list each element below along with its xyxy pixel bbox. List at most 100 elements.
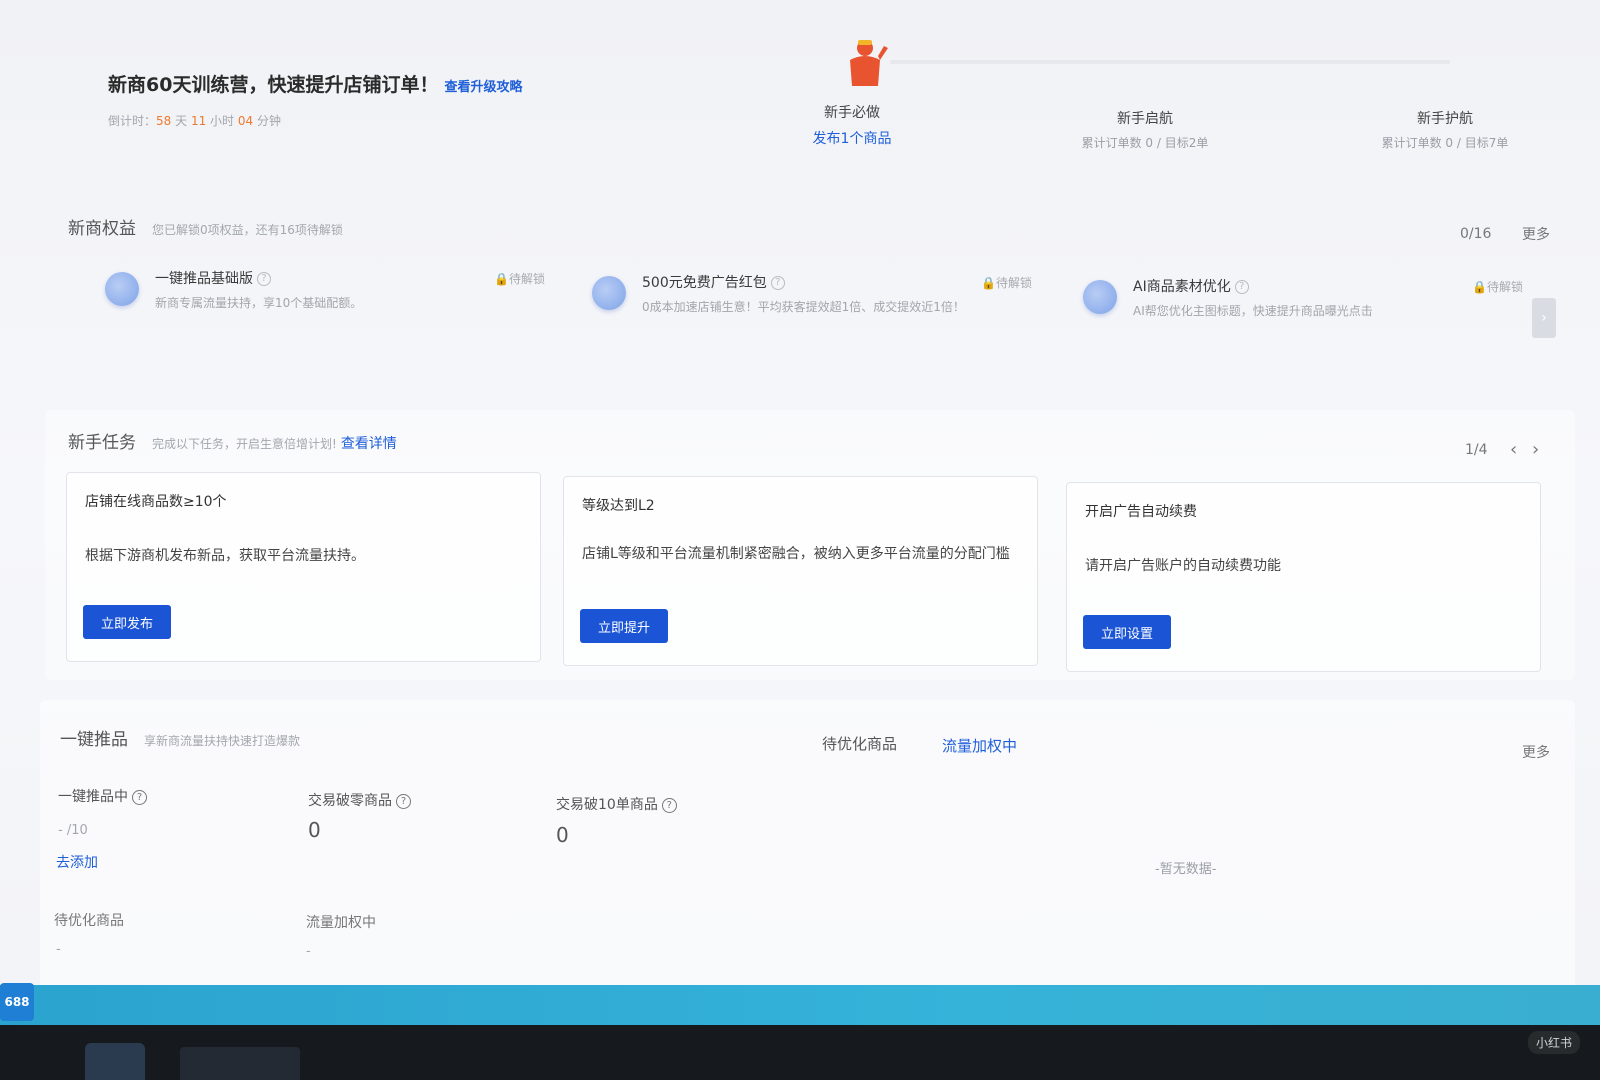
app-logo-icon[interactable]: 688 [0, 983, 34, 1021]
benefits-next-button[interactable]: › [1532, 298, 1556, 338]
countdown-hours: 11 [190, 114, 207, 128]
mascot-icon [850, 40, 888, 86]
benefit-badge-icon [105, 272, 139, 306]
countdown-days: 58 [156, 114, 172, 128]
promo-section-title: 一键推品 享新商流量扶持快速打造爆款 [60, 725, 300, 750]
step-title: 新手护航 [1417, 111, 1473, 127]
tab-pending-optimize[interactable]: 待优化商品 [822, 733, 897, 754]
taskbar: 688 小红书 [0, 983, 1600, 1080]
publish-now-button[interactable]: 立即发布 [83, 605, 172, 639]
help-icon[interactable]: ? [396, 793, 411, 809]
banner-title: 新商60天训练营，快速提升店铺订单！ 查看升级攻略 [108, 70, 522, 97]
task-card: 等级达到L2 店铺L等级和平台流量机制紧密融合，被纳入更多平台流量的分配门槛 立… [563, 476, 1038, 666]
benefit-lock-status: 🔒待解锁 [1472, 278, 1523, 295]
tasks-pager: 1/4 [1465, 442, 1488, 458]
countdown-hours-unit: 小时 [206, 114, 238, 128]
task-title: 开启广告自动续费 [1085, 504, 1197, 520]
benefit-desc: AI帮您优化主图标题，快速提升商品曝光点击 [1133, 304, 1373, 318]
promo-title: 一键推品 [60, 730, 128, 750]
bottom-strip [0, 985, 1600, 1025]
promo-subtitle: 享新商流量扶持快速打造爆款 [144, 734, 301, 748]
task-card: 店铺在线商品数≥10个 根据下游商机发布新品，获取平台流量扶持。 立即发布 [66, 472, 541, 662]
tasks-section-title: 新手任务 完成以下任务，开启生意倍增计划! 查看详情 [68, 428, 397, 453]
task-desc: 店铺L等级和平台流量机制紧密融合，被纳入更多平台流量的分配门槛 [582, 546, 1010, 562]
chevron-right-icon[interactable]: › [1532, 439, 1539, 460]
watermark: 小红书 [1527, 1031, 1580, 1054]
benefit-lock-status: 🔒待解锁 [981, 274, 1032, 291]
benefit-status: 待解锁 [995, 276, 1032, 290]
stat-label-traffic-boost: 流量加权中 [306, 915, 376, 931]
chevron-right-icon: › [1541, 310, 1547, 326]
benefit-item[interactable]: 500元免费广告红包? 0成本加速店铺生意！平均获客提效超1倍、成交提效近1倍！… [592, 272, 1032, 332]
benefits-subtitle: 您已解锁0项权益，还有16项待解锁 [152, 223, 343, 237]
task-desc: 根据下游商机发布新品，获取平台流量扶持。 [85, 548, 365, 564]
help-icon[interactable]: ? [132, 789, 147, 805]
stat-label-ten-deals: 交易破10单商品? [556, 794, 677, 814]
help-icon[interactable]: ? [1234, 280, 1249, 294]
task-desc: 请开启广告账户的自动续费功能 [1085, 558, 1281, 574]
benefit-lock-status: 🔒待解锁 [494, 270, 545, 287]
lock-icon: 🔒 [981, 276, 996, 290]
app-screen: 新商60天训练营，快速提升店铺订单！ 查看升级攻略 倒计时：58 天 11 小时 … [0, 0, 1600, 985]
progress-track [890, 60, 1450, 64]
stat-label-text: 交易破10单商品 [556, 797, 658, 813]
step-newbie-must[interactable]: 新手必做 发布1个商品 [752, 102, 952, 148]
setup-now-button[interactable]: 立即设置 [1083, 615, 1172, 649]
step-title: 新手启航 [1117, 111, 1173, 127]
step-newbie-guard: 新手护航 累计订单数 0 / 目标7单 [1345, 108, 1545, 151]
tasks-detail-link[interactable]: 查看详情 [341, 436, 397, 452]
stat-value-ten-deals: 0 [556, 823, 569, 847]
countdown-minutes: 04 [237, 114, 254, 128]
benefit-title-text: 500元免费广告红包 [642, 275, 767, 291]
step-sub: 累计订单数 0 / 目标2单 [1081, 136, 1209, 150]
taskbar-app-icon[interactable] [180, 1047, 300, 1080]
lock-icon: 🔒 [494, 272, 509, 286]
countdown: 倒计时：58 天 11 小时 04 分钟 [108, 112, 281, 129]
tasks-subtitle: 完成以下任务，开启生意倍增计划! [152, 437, 337, 451]
benefits-title: 新商权益 [68, 219, 136, 239]
stat-value-first-deal: 0 [308, 818, 321, 842]
task-title: 店铺在线商品数≥10个 [85, 494, 227, 510]
upgrade-now-button[interactable]: 立即提升 [580, 609, 669, 643]
benefit-status: 待解锁 [1486, 280, 1523, 294]
stat-label-text: 交易破零商品 [308, 793, 392, 809]
stat-label-text: 一键推品中 [58, 789, 128, 805]
benefit-title-text: 一键推品基础版 [155, 271, 253, 287]
benefit-status: 待解锁 [508, 272, 545, 286]
add-link[interactable]: 去添加 [56, 852, 98, 872]
countdown-minutes-unit: 分钟 [253, 114, 281, 128]
taskbar-app-icon[interactable] [85, 1043, 145, 1080]
tab-traffic-boost[interactable]: 流量加权中 [942, 735, 1017, 756]
step-sub: 累计订单数 0 / 目标7单 [1381, 136, 1509, 150]
stat-label-promoting: 一键推品中? [58, 786, 147, 806]
banner-title-text: 新商60天训练营，快速提升店铺订单！ [108, 74, 439, 96]
benefit-badge-icon [592, 276, 626, 310]
step-title: 新手必做 [824, 105, 880, 121]
benefit-title: AI商品素材优化? [1133, 276, 1249, 296]
benefit-title-text: AI商品素材优化 [1133, 279, 1231, 295]
benefit-desc: 0成本加速店铺生意！平均获客提效超1倍、成交提效近1倍！ [642, 300, 965, 314]
benefit-badge-icon [1083, 280, 1117, 314]
benefit-title: 500元免费广告红包? [642, 272, 785, 292]
empty-state: -暂无数据- [1155, 862, 1217, 877]
benefit-desc: 新商专属流量扶持，享10个基础配额。 [155, 296, 363, 310]
help-icon[interactable]: ? [770, 276, 785, 290]
step-link-publish[interactable]: 发布1个商品 [752, 128, 952, 148]
benefit-item[interactable]: AI商品素材优化? AI帮您优化主图标题，快速提升商品曝光点击 🔒待解锁 [1083, 276, 1523, 336]
lock-icon: 🔒 [1472, 280, 1487, 294]
stat-label-first-deal: 交易破零商品? [308, 790, 411, 810]
benefits-more-link[interactable]: 更多 [1522, 224, 1550, 244]
help-icon[interactable]: ? [661, 797, 677, 813]
benefit-item[interactable]: 一键推品基础版? 新商专属流量扶持，享10个基础配额。 🔒待解锁 [105, 268, 545, 328]
countdown-prefix: 倒计时： [108, 114, 157, 128]
promo-more-link[interactable]: 更多 [1522, 742, 1550, 762]
tasks-title: 新手任务 [68, 433, 136, 453]
help-icon[interactable]: ? [257, 272, 271, 286]
task-title: 等级达到L2 [582, 498, 655, 514]
upgrade-guide-link[interactable]: 查看升级攻略 [444, 80, 522, 95]
chevron-left-icon[interactable]: ‹ [1510, 439, 1517, 460]
countdown-days-unit: 天 [171, 114, 191, 128]
benefits-section-title: 新商权益 您已解锁0项权益，还有16项待解锁 [68, 214, 343, 239]
stat-value-traffic-boost: - [306, 944, 311, 959]
stat-value-pending-optimize: - [56, 942, 61, 957]
